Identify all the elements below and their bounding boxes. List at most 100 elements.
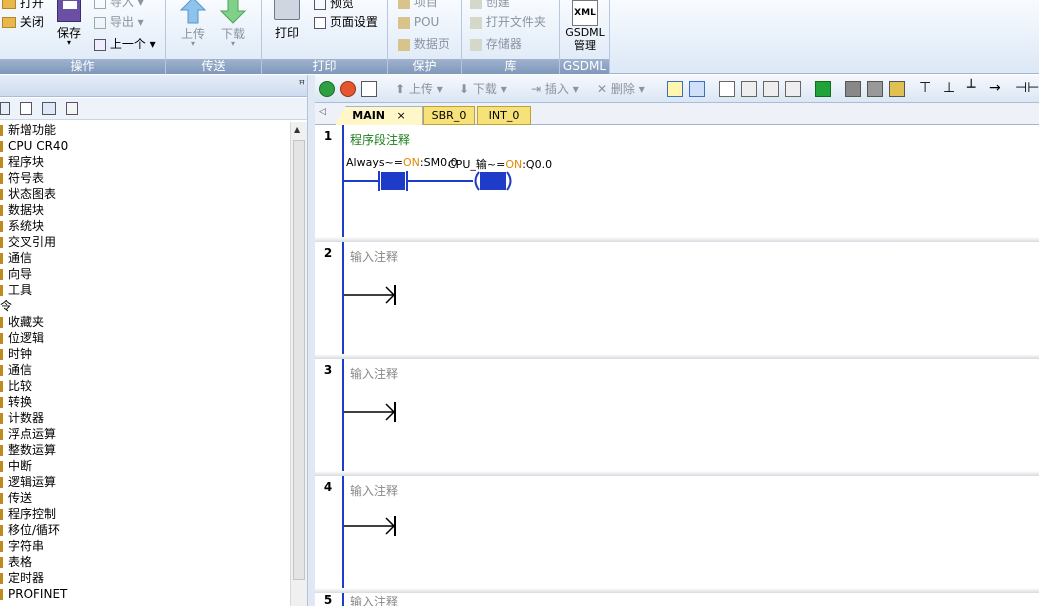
save-button[interactable]: 保存 ▾ <box>54 0 84 47</box>
gsdml-manage-button[interactable]: XML GSDML 管理 <box>564 0 606 52</box>
network-4[interactable]: 4 输入注释 <box>315 476 1039 588</box>
compile-icon[interactable] <box>361 81 377 97</box>
tab-close-icon[interactable]: × <box>397 109 406 122</box>
no-contact-sm0-0[interactable] <box>378 171 408 191</box>
tree-item[interactable]: CPU CR40 <box>0 138 290 154</box>
close-button[interactable]: 关闭 <box>2 14 44 30</box>
tree-item[interactable]: 字符串 <box>0 538 290 554</box>
memory-button[interactable]: 存储器 <box>470 36 522 52</box>
branch-down-icon[interactable]: ⊤ <box>919 80 931 96</box>
tab-scroll-left-icon[interactable]: ◁ <box>319 107 326 117</box>
preview-button[interactable]: 预览 <box>314 0 354 11</box>
tree-item[interactable]: 通信 <box>0 250 290 266</box>
tree-item[interactable]: 表格 <box>0 554 290 570</box>
editor-download-button[interactable]: ⬇ 下载 ▾ <box>459 81 507 97</box>
export-button[interactable]: 导出 ▾ <box>94 14 144 30</box>
network-comment[interactable]: 输入注释 <box>350 593 398 606</box>
tree-item[interactable]: 浮点运算 <box>0 426 290 442</box>
editor-delete-button[interactable]: ✕ 删除 ▾ <box>597 81 645 97</box>
print-button[interactable]: 打印 <box>270 0 304 40</box>
editor-upload-button[interactable]: ⬆ 上传 ▾ <box>395 81 443 97</box>
lock-icon[interactable] <box>845 81 861 97</box>
goto-icon[interactable] <box>815 81 831 97</box>
protect-project-button[interactable]: 项目 <box>398 0 438 10</box>
properties-icon[interactable] <box>66 102 78 115</box>
empty-rung-arrow-icon[interactable] <box>315 242 415 354</box>
branch-left-icon[interactable]: ┴ <box>967 80 975 96</box>
tree-item[interactable]: 系统块 <box>0 218 290 234</box>
save-disk-icon <box>57 0 81 22</box>
tree-item[interactable]: 整数运算 <box>0 442 290 458</box>
tree-view-icon[interactable] <box>0 102 10 115</box>
page-view-icon[interactable] <box>20 102 32 115</box>
upload-button[interactable]: 上传 ▾ <box>176 0 210 48</box>
create-library-button[interactable]: 创建 <box>470 0 510 10</box>
run-icon[interactable] <box>319 81 335 97</box>
network-3[interactable]: 3 输入注释 <box>315 359 1039 471</box>
bookmark-clear-icon[interactable] <box>785 81 801 97</box>
protect-pou-button[interactable]: POU <box>398 14 439 30</box>
tree-scrollbar[interactable]: ▲ <box>290 122 307 606</box>
network-2[interactable]: 2 输入注释 <box>315 242 1039 354</box>
create-library-icon <box>470 0 482 9</box>
tab-int0[interactable]: INT_0 <box>477 106 531 125</box>
tree-item[interactable]: 移位/循环 <box>0 522 290 538</box>
tree-item[interactable]: 新增功能 <box>0 122 290 138</box>
tree-item-label: 时钟 <box>8 347 33 361</box>
tree-item[interactable]: 数据块 <box>0 202 290 218</box>
box-icon[interactable] <box>719 81 735 97</box>
tree-item[interactable]: 状态图表 <box>0 186 290 202</box>
previous-button[interactable]: 上一个 ▾ <box>94 36 156 52</box>
list-view-icon[interactable] <box>42 102 56 115</box>
tab-main[interactable]: MAIN × <box>335 106 423 125</box>
open-folder-button[interactable]: 打开文件夹 <box>470 14 546 30</box>
contact-icon[interactable]: ⊣⊢ <box>1015 80 1039 96</box>
scroll-thumb[interactable] <box>293 140 305 580</box>
tree-item[interactable]: 程序控制 <box>0 506 290 522</box>
scroll-up-icon[interactable]: ▲ <box>294 125 300 134</box>
tree-item[interactable]: 计数器 <box>0 410 290 426</box>
tree-item[interactable]: 符号表 <box>0 170 290 186</box>
pin-icon[interactable]: ꟸ <box>299 78 305 91</box>
tree-item[interactable]: 通信 <box>0 362 290 378</box>
symbol-view-icon[interactable] <box>667 81 683 97</box>
tree-item[interactable]: PROFINET <box>0 586 290 602</box>
import-button[interactable]: 导入 ▾ <box>94 0 144 10</box>
tree-item[interactable]: 传送 <box>0 490 290 506</box>
network-1[interactable]: 1 程序段注释 Always~=ON:SM0.0 CPU_输~=ON:Q0.0 <box>315 125 1039 237</box>
tree-item[interactable]: 定时器 <box>0 570 290 586</box>
open-button[interactable]: 打开 <box>2 0 44 11</box>
bookmark-next-icon[interactable] <box>763 81 779 97</box>
output-coil-q0-0[interactable] <box>474 171 512 191</box>
network-5[interactable]: 5 输入注释 <box>315 593 1039 606</box>
protect-data-page-button[interactable]: 数据页 <box>398 36 450 52</box>
tree-item[interactable]: 比较 <box>0 378 290 394</box>
download-button[interactable]: 下载 ▾ <box>216 0 250 48</box>
unlock-icon[interactable] <box>867 81 883 97</box>
tree-item[interactable]: 收藏夹 <box>0 314 290 330</box>
tree-item[interactable]: 时钟 <box>0 346 290 362</box>
page-setup-button[interactable]: 页面设置 <box>314 14 378 30</box>
tree-item[interactable]: 位逻辑 <box>0 330 290 346</box>
status-view-icon[interactable] <box>689 81 705 97</box>
tree-item[interactable]: 程序块 <box>0 154 290 170</box>
force-icon[interactable] <box>889 81 905 97</box>
panel-splitter[interactable] <box>307 75 315 606</box>
tree-node-icon <box>0 317 3 328</box>
stop-icon[interactable] <box>340 81 356 97</box>
tree-item[interactable]: 转换 <box>0 394 290 410</box>
tab-sbr0[interactable]: SBR_0 <box>423 106 475 125</box>
tree-item[interactable]: 向导 <box>0 266 290 282</box>
empty-rung-arrow-icon[interactable] <box>315 359 415 471</box>
branch-up-icon[interactable]: ⊥ <box>943 80 955 96</box>
tree-item[interactable]: 令 <box>0 298 290 314</box>
tree-item[interactable]: 工具 <box>0 282 290 298</box>
tree-item-label: 系统块 <box>8 219 45 233</box>
tree-item[interactable]: 交叉引用 <box>0 234 290 250</box>
empty-rung-arrow-icon[interactable] <box>315 476 415 588</box>
tree-item[interactable]: 中断 <box>0 458 290 474</box>
editor-insert-button[interactable]: ⇥ 插入 ▾ <box>531 81 579 97</box>
line-right-icon[interactable]: → <box>989 80 1001 96</box>
bookmark-prev-icon[interactable] <box>741 81 757 97</box>
tree-item[interactable]: 逻辑运算 <box>0 474 290 490</box>
